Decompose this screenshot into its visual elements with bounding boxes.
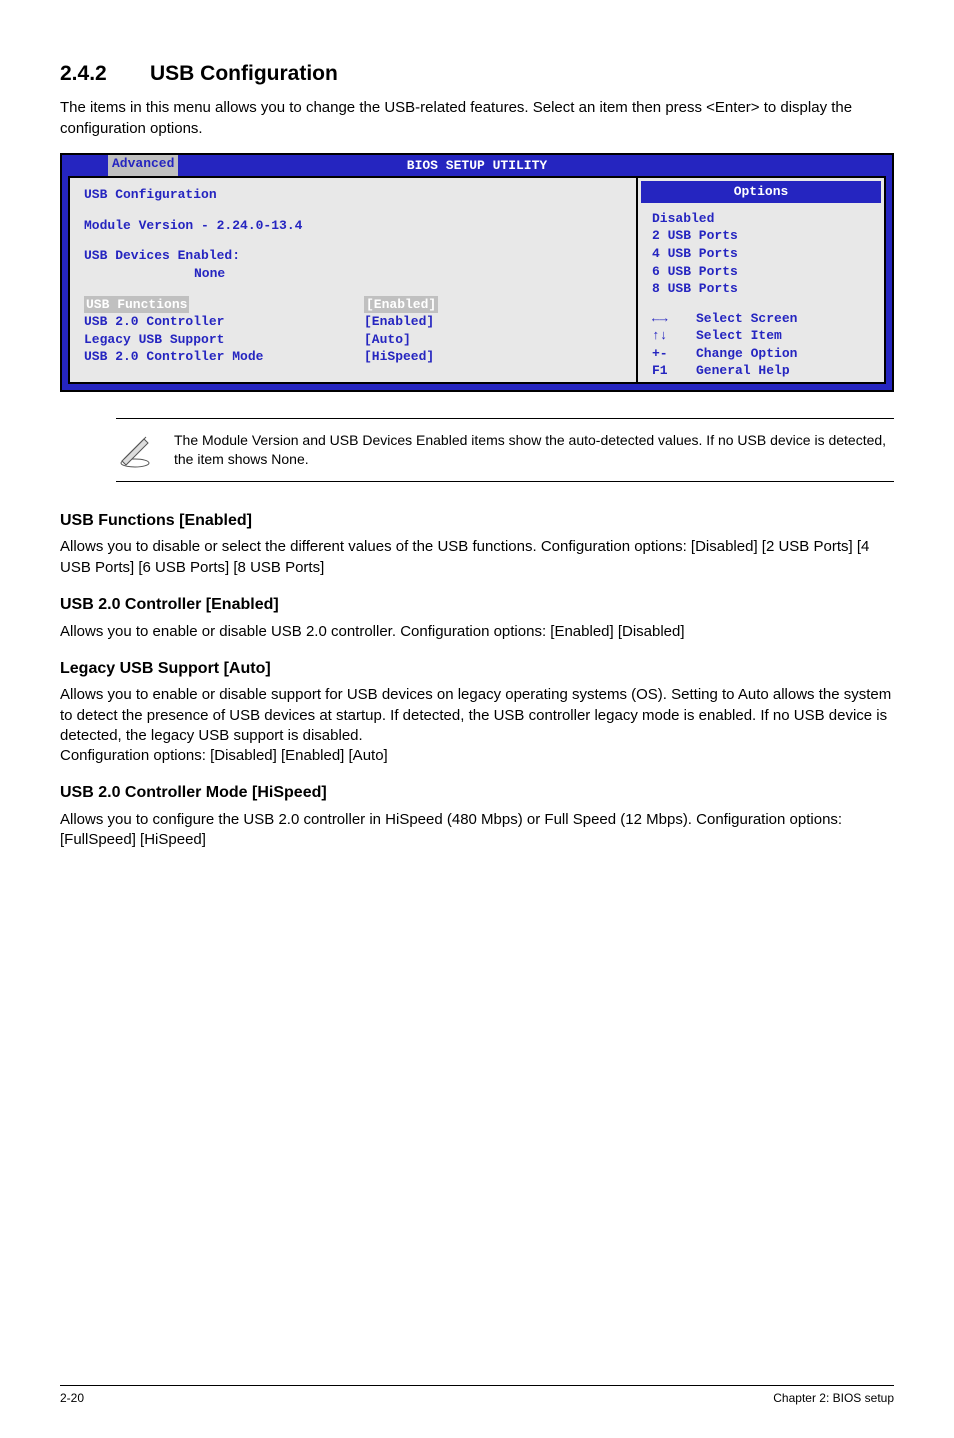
- bios-row-usb20-controller: USB 2.0 Controller [Enabled]: [84, 313, 622, 331]
- bios-screenshot: BIOS SETUP UTILITY Advanced USB Configur…: [60, 153, 894, 392]
- bios-right-panel: Options Disabled 2 USB Ports 4 USB Ports…: [637, 176, 886, 383]
- note-text: The Module Version and USB Devices Enabl…: [160, 431, 894, 469]
- bios-row-value: [Enabled]: [364, 313, 434, 331]
- subsection-heading: Legacy USB Support [Auto]: [60, 658, 894, 680]
- bios-tab-advanced: Advanced: [108, 155, 178, 177]
- page-footer: 2-20 Chapter 2: BIOS setup: [60, 1385, 894, 1406]
- subsection-body: Allows you to enable or disable USB 2.0 …: [60, 622, 894, 642]
- bios-nav-key: ↑↓: [652, 327, 696, 345]
- bios-nav-label: Select Item: [696, 328, 782, 343]
- footer-chapter: Chapter 2: BIOS setup: [773, 1390, 894, 1406]
- footer-page-number: 2-20: [60, 1390, 84, 1406]
- bios-nav-label: Select Screen: [696, 311, 797, 326]
- bios-setup-title: BIOS SETUP UTILITY: [407, 158, 547, 173]
- bios-option: 2 USB Ports: [652, 227, 870, 245]
- bios-nav-help: ←→Select Screen ↑↓Select Item +-Change O…: [638, 308, 884, 380]
- subsection-body: Allows you to enable or disable support …: [60, 685, 894, 766]
- bios-nav-key: +-: [652, 345, 696, 363]
- bios-options-list: Disabled 2 USB Ports 4 USB Ports 6 USB P…: [638, 206, 884, 308]
- bios-module-version: Module Version - 2.24.0-13.4: [84, 217, 622, 235]
- bios-row-value: [HiSpeed]: [364, 348, 434, 366]
- bios-row-label: USB 2.0 Controller Mode: [84, 348, 364, 366]
- bios-left-title: USB Configuration: [84, 186, 622, 204]
- bios-row-value: [Enabled]: [364, 296, 438, 314]
- bios-right-title: Options: [641, 181, 881, 203]
- bios-option: 8 USB Ports: [652, 280, 870, 298]
- bios-row-label: Legacy USB Support: [84, 331, 364, 349]
- bios-nav-key: ←→: [652, 310, 696, 328]
- bios-option: 6 USB Ports: [652, 263, 870, 281]
- subsection-body: Allows you to configure the USB 2.0 cont…: [60, 810, 894, 851]
- section-number: 2.4.2: [60, 60, 150, 88]
- subsection-heading: USB Functions [Enabled]: [60, 510, 894, 532]
- bios-nav-label: General Help: [696, 363, 790, 378]
- subsection-heading: USB 2.0 Controller Mode [HiSpeed]: [60, 782, 894, 804]
- bios-row-label: USB Functions: [84, 296, 189, 314]
- bios-body: USB Configuration Module Version - 2.24.…: [62, 176, 892, 389]
- section-heading: 2.4.2USB Configuration: [60, 60, 894, 88]
- bios-header: BIOS SETUP UTILITY Advanced: [62, 155, 892, 177]
- subsection-body: Allows you to disable or select the diff…: [60, 537, 894, 578]
- section-title-text: USB Configuration: [150, 62, 338, 85]
- bios-option: 4 USB Ports: [652, 245, 870, 263]
- bios-nav-key: F1: [652, 362, 696, 380]
- bios-nav-label: Change Option: [696, 346, 797, 361]
- bios-row-usb20-mode: USB 2.0 Controller Mode [HiSpeed]: [84, 348, 622, 366]
- bios-devices-none: None: [84, 265, 622, 283]
- pencil-icon: [116, 431, 160, 469]
- note-block: The Module Version and USB Devices Enabl…: [116, 418, 894, 482]
- subsection-heading: USB 2.0 Controller [Enabled]: [60, 594, 894, 616]
- bios-row-value: [Auto]: [364, 331, 411, 349]
- intro-paragraph: The items in this menu allows you to cha…: [60, 98, 894, 139]
- bios-row-label: USB 2.0 Controller: [84, 313, 364, 331]
- bios-left-panel: USB Configuration Module Version - 2.24.…: [68, 176, 637, 383]
- bios-row-legacy-usb: Legacy USB Support [Auto]: [84, 331, 622, 349]
- bios-row-usb-functions: USB Functions [Enabled]: [84, 296, 622, 314]
- bios-option: Disabled: [652, 210, 870, 228]
- bios-devices-enabled: USB Devices Enabled:: [84, 247, 622, 265]
